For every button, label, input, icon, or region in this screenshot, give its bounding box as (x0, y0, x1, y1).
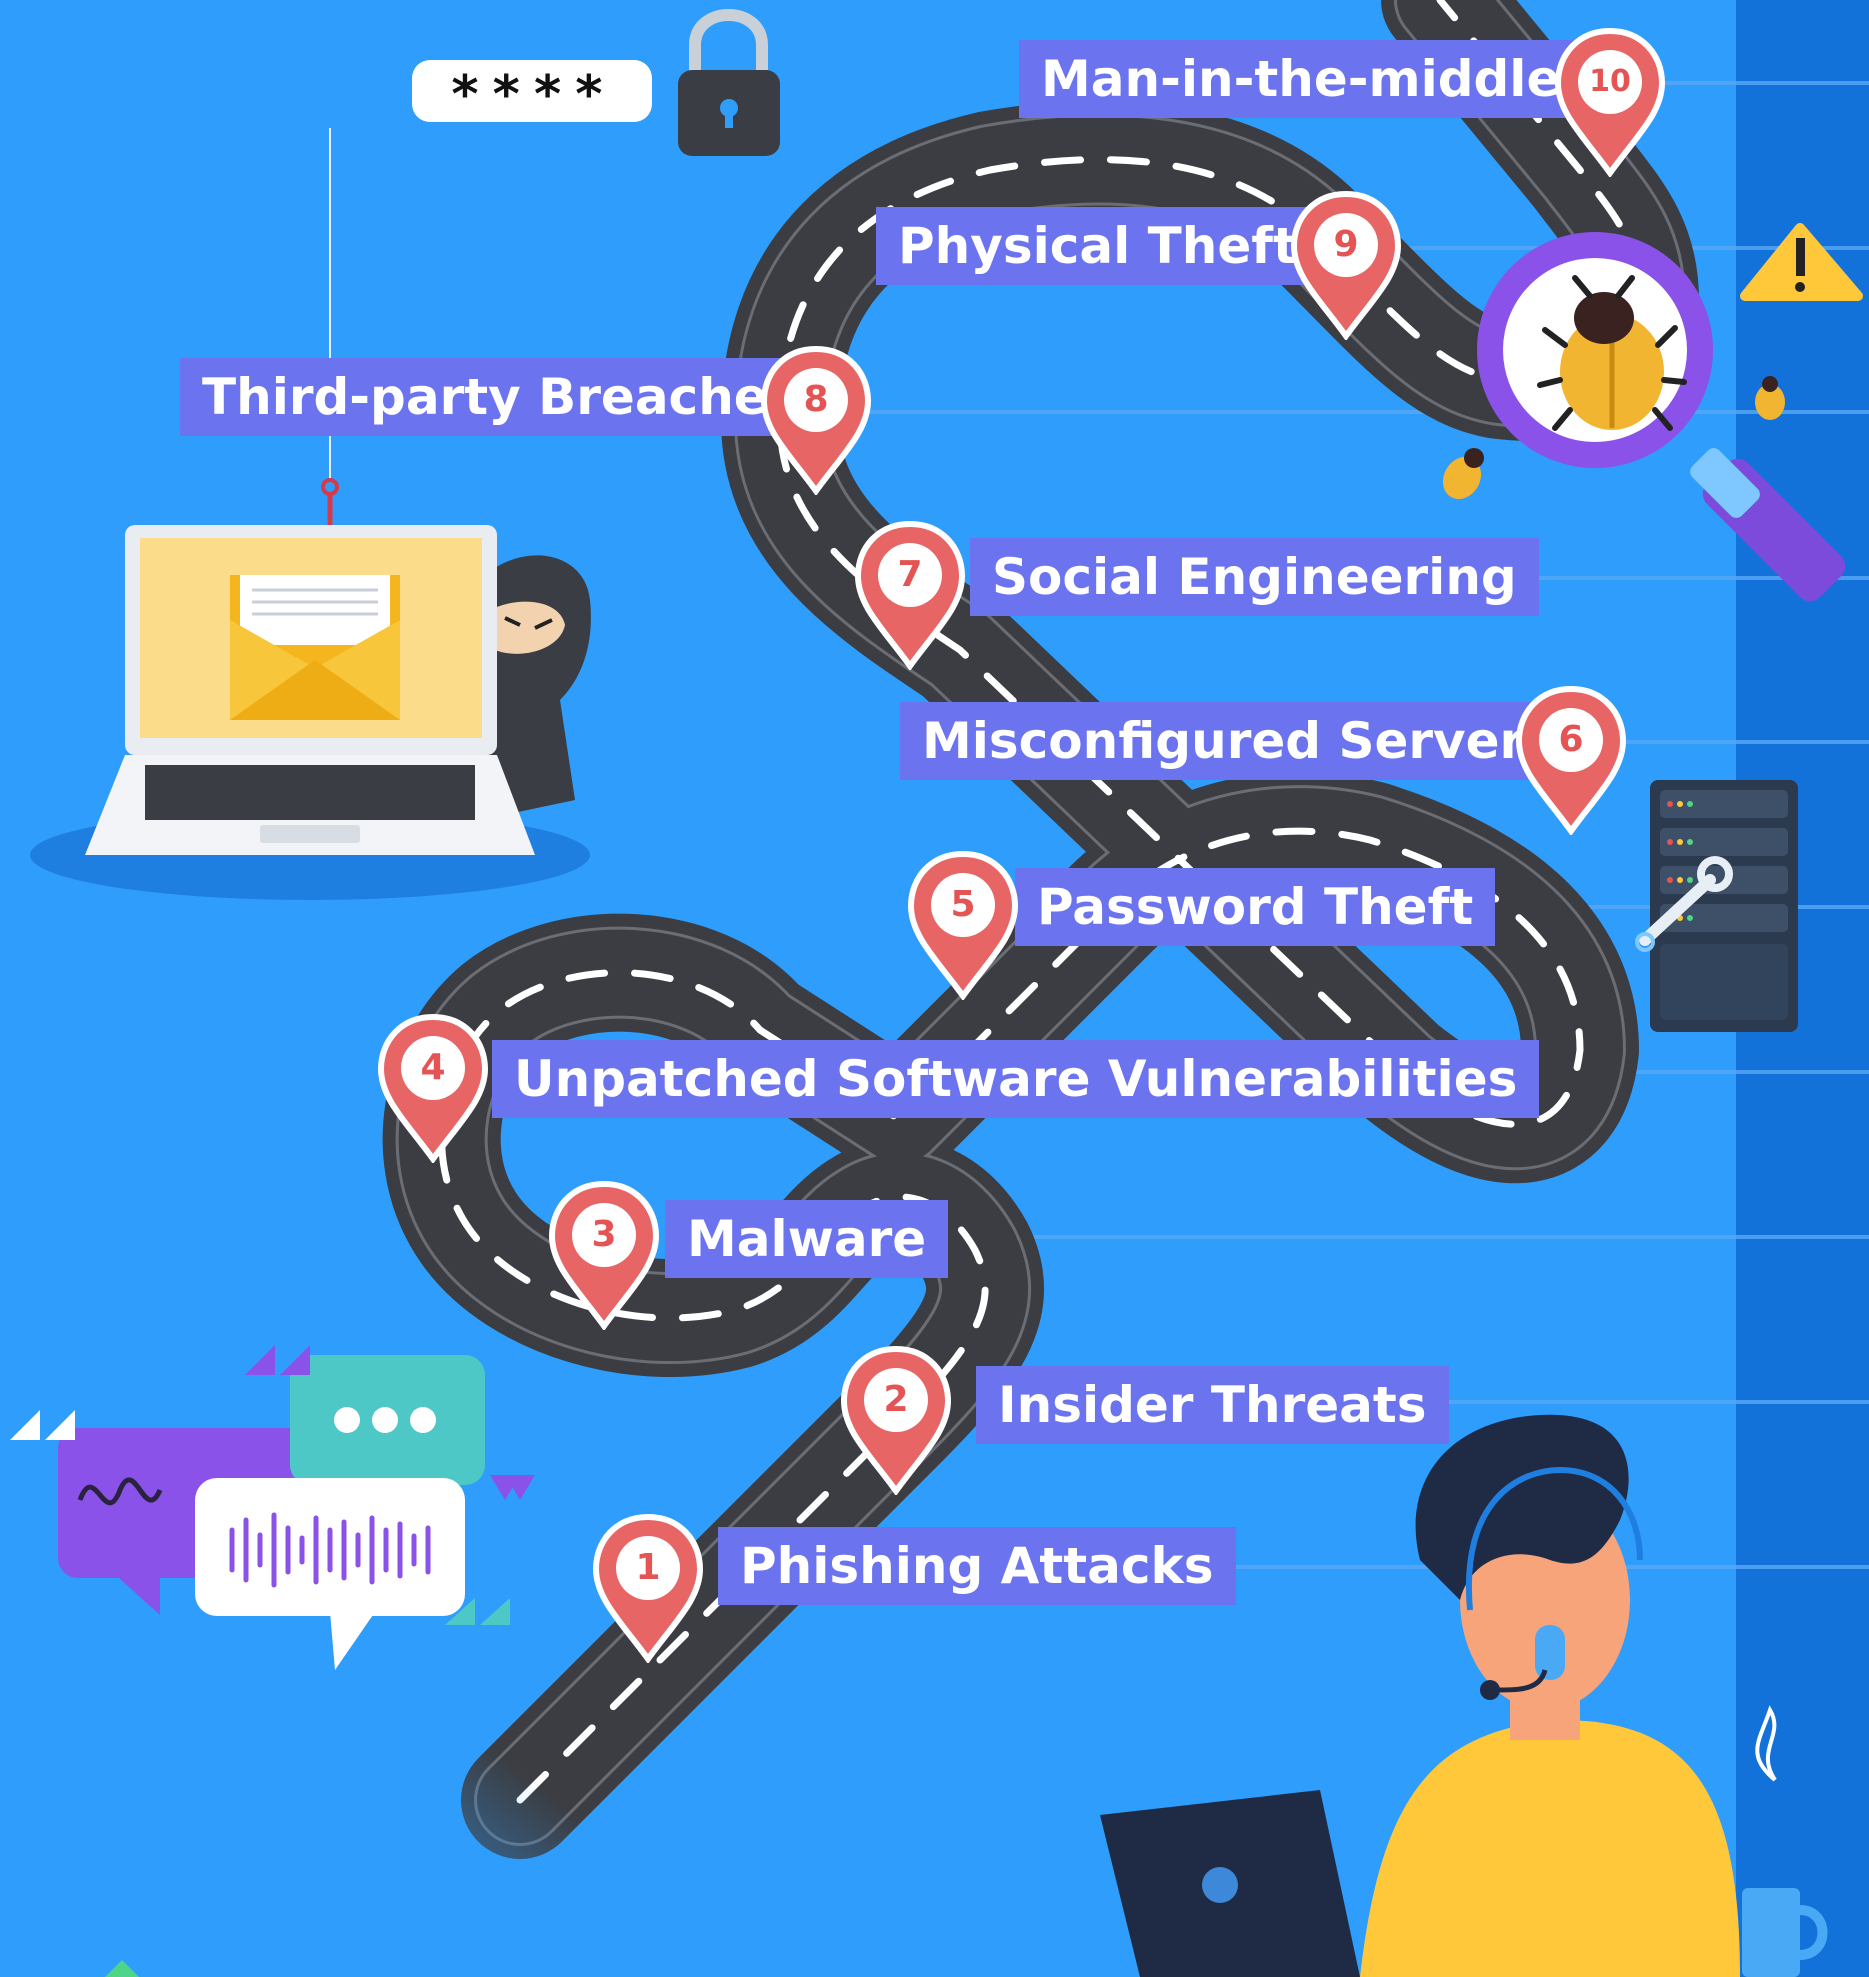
map-pin-10: 10 (1554, 27, 1666, 177)
map-pin-3: 3 (548, 1180, 660, 1330)
password-field: **** (412, 60, 652, 125)
map-pin-8: 8 (760, 345, 872, 495)
map-pin-1: 1 (592, 1513, 704, 1663)
map-pin-6: 6 (1515, 685, 1627, 835)
step-label-9: Physical Theft (876, 207, 1319, 285)
step-label-5: Password Theft (1015, 868, 1496, 946)
map-pin-2: 2 (840, 1345, 952, 1495)
step-label-4: Unpatched Software Vulnerabilities (492, 1040, 1540, 1118)
step-label-2: Insider Threats (976, 1366, 1449, 1444)
pin-number: 1 (635, 1547, 661, 1588)
chat-bubbles-icon (10, 1345, 535, 1670)
padlock-icon (678, 9, 780, 156)
pin-number: 4 (420, 1047, 446, 1088)
server-rack-icon (1650, 780, 1798, 1032)
small-bug-icon (1442, 448, 1484, 500)
support-agent-icon (1100, 1414, 1740, 1977)
step-label-1: Phishing Attacks (718, 1527, 1236, 1605)
email-envelope-icon (230, 575, 400, 720)
pin-number: 3 (591, 1214, 617, 1255)
step-label-6: Misconfigured Servers (900, 702, 1576, 780)
step-label-3: Malware (665, 1200, 949, 1278)
roadmap-infographic: **** Phishing Attacks Insider Threats Ma… (0, 0, 1869, 1977)
step-label-8: Third-party Breaches (180, 358, 820, 436)
fish-hook-icon (295, 128, 339, 573)
pin-number: 10 (1589, 64, 1631, 99)
pin-number: 6 (1558, 719, 1584, 760)
pin-number: 9 (1333, 224, 1359, 265)
map-pin-5: 5 (907, 850, 1019, 1000)
pin-number: 5 (950, 884, 976, 925)
map-pin-4: 4 (377, 1013, 489, 1163)
step-label-7: Social Engineering (970, 538, 1539, 616)
map-pin-7: 7 (854, 520, 966, 670)
pin-number: 8 (803, 379, 829, 420)
pin-number: 7 (897, 554, 923, 595)
step-label-10: Man-in-the-middle (1019, 40, 1583, 118)
map-pin-9: 9 (1290, 190, 1402, 340)
pin-number: 2 (883, 1379, 909, 1420)
